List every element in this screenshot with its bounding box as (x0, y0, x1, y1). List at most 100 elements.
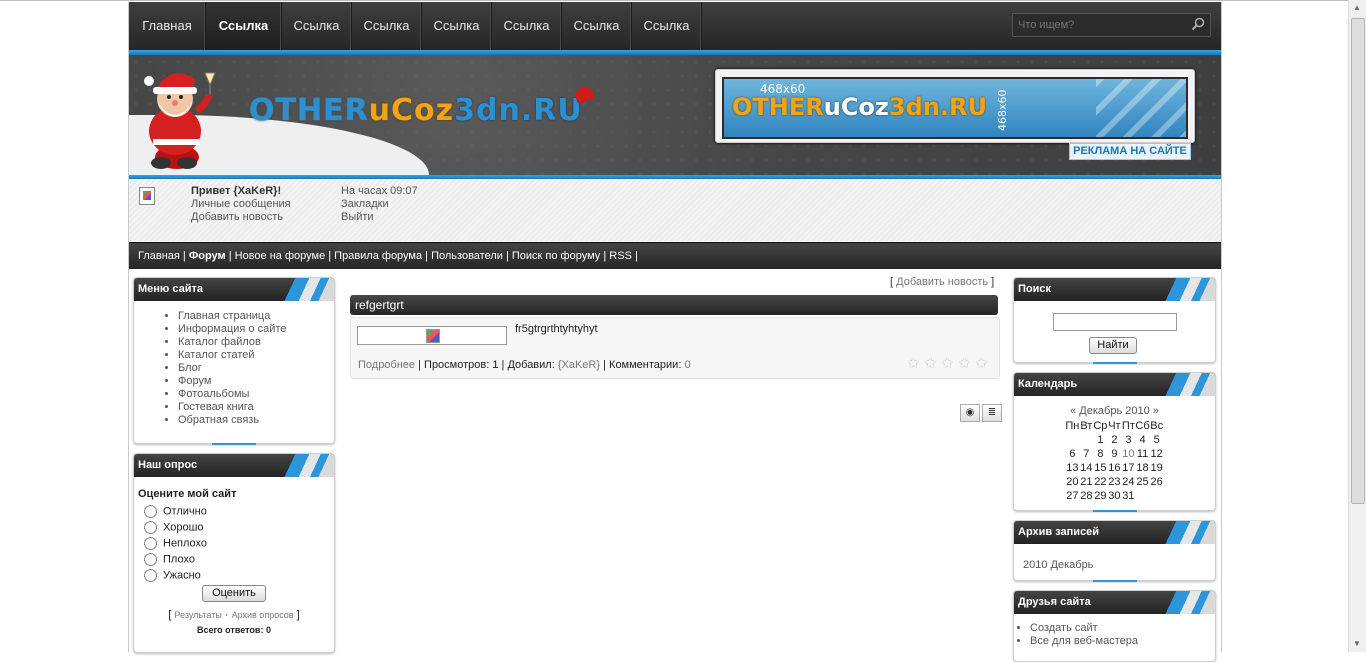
forum-link-forum[interactable]: Форум (189, 250, 226, 262)
radio-button[interactable] (144, 569, 157, 582)
search-title: Поиск (1018, 283, 1052, 295)
friend-link[interactable]: Все для веб-мастера (1030, 635, 1215, 648)
vote-button[interactable]: Оценить (202, 585, 266, 602)
poll-archive-link[interactable]: Архив опросов (232, 610, 294, 620)
user-avatar (139, 187, 155, 205)
menu-item-about[interactable]: Информация о сайте (178, 323, 334, 336)
calendar-day: 14 (1080, 462, 1093, 474)
vertical-scrollbar[interactable]: ▲ ▼ (1348, 0, 1366, 652)
menu-item-guestbook[interactable]: Гостевая книга (178, 401, 334, 414)
radio-button[interactable] (144, 505, 157, 518)
search-icon[interactable] (1190, 16, 1206, 32)
nav-link[interactable]: Ссылка (422, 2, 492, 50)
forum-link-rules[interactable]: Правила форума (334, 250, 422, 262)
scroll-up-icon[interactable]: ▲ (1352, 3, 1362, 13)
poll-links: [ Результаты · Архив опросов ] (168, 609, 300, 621)
poll-results-link[interactable]: Результаты (174, 610, 221, 620)
entry-title[interactable]: refgertgrt (355, 298, 404, 312)
poll-option[interactable]: Отлично (144, 505, 207, 518)
banner-logo-part-1: OTHER (732, 93, 824, 121)
radio-button[interactable] (144, 553, 157, 566)
menu-item-files[interactable]: Каталог файлов (178, 336, 334, 349)
poll-option[interactable]: Хорошо (144, 521, 204, 534)
menu-item-blog[interactable]: Блог (178, 362, 334, 375)
ad-banner-inner: 468x60 OTHERuCoz3dn.RU 468x60 (722, 77, 1188, 139)
list-view-icon[interactable]: ≣ (982, 404, 1002, 422)
nav-link[interactable]: Ссылка (282, 2, 352, 50)
nav-link-active[interactable]: Ссылка (206, 2, 282, 50)
poll-option[interactable]: Неплохо (144, 537, 207, 550)
nav-link[interactable]: Ссылка (352, 2, 422, 50)
calendar-day: 4 (1139, 434, 1146, 446)
nav-link[interactable]: Ссылка (492, 2, 562, 50)
star-icon[interactable]: ✩ (924, 356, 938, 371)
forum-link-search[interactable]: Поиск по форуму (512, 250, 600, 262)
menu-item-photos[interactable]: Фотоальбомы (178, 388, 334, 401)
menu-item-home[interactable]: Главная страница (178, 310, 334, 323)
forum-link-home[interactable]: Главная (138, 250, 180, 262)
advertise-link[interactable]: РЕКЛАМА НА САЙТЕ (1069, 143, 1191, 160)
calendar-day: 29 (1094, 490, 1107, 502)
poll-title: Наш опрос (138, 459, 198, 471)
top-search-input[interactable] (1016, 16, 1188, 34)
star-icon[interactable]: ✩ (958, 356, 972, 371)
poll-header: Наш опрос (134, 454, 334, 477)
ad-banner[interactable]: 468x60 OTHERuCoz3dn.RU 468x60 (715, 69, 1195, 143)
nav-link[interactable]: Ссылка (562, 2, 632, 50)
weekday: Вт (1080, 420, 1093, 432)
content-add-news-link[interactable]: Добавить новость (896, 276, 988, 288)
calendar-weekdays: Пн Вт Ср Чт Пт Сб Вс (1065, 419, 1163, 433)
poll-total-label: Всего ответов: (197, 625, 264, 635)
broken-image-icon (426, 329, 440, 343)
star-icon[interactable]: ✩ (975, 356, 989, 371)
nav-link[interactable]: Ссылка (632, 2, 702, 50)
forum-link-new[interactable]: Новое на форуме (235, 250, 326, 262)
header-stripe-deco (274, 278, 334, 301)
clock-text: На часах 09:07 (341, 185, 418, 197)
calendar-block: Календарь « Декабрь 2010 » Пн Вт Ср Чт П… (1013, 372, 1216, 512)
radio-button[interactable] (144, 521, 157, 534)
calendar-day: 25 (1136, 476, 1149, 488)
entry-comments-count[interactable]: 0 (684, 359, 690, 371)
friends-header: Друзья сайта (1014, 591, 1215, 614)
poll-option[interactable]: Ужасно (144, 569, 201, 582)
header-stripe-deco (1155, 591, 1215, 614)
site-logo[interactable]: OTHERuCoz3dn.RU (249, 84, 595, 128)
scroll-down-icon[interactable]: ▼ (1352, 639, 1362, 649)
poll-total-value: 0 (265, 625, 271, 635)
eye-icon[interactable]: ◉ (960, 404, 980, 422)
bookmarks-link[interactable]: Закладки (341, 198, 418, 211)
calendar-next[interactable]: » (1153, 405, 1159, 417)
calendar-day: 7 (1083, 448, 1090, 460)
search-input[interactable] (1053, 313, 1177, 331)
calendar-day (1079, 433, 1093, 447)
radio-button[interactable] (144, 537, 157, 550)
poll-option[interactable]: Плохо (144, 553, 195, 566)
star-icon[interactable]: ✩ (941, 356, 955, 371)
star-icon[interactable]: ✩ (907, 356, 921, 371)
archive-item[interactable]: 2010 Декабрь (1023, 559, 1093, 571)
calendar-day: 15 (1094, 462, 1107, 474)
forum-link-users[interactable]: Пользователи (431, 250, 503, 262)
search-header: Поиск (1014, 278, 1215, 301)
logout-link[interactable]: Выйти (341, 211, 418, 224)
forum-link-rss[interactable]: RSS (609, 250, 632, 262)
private-messages-link[interactable]: Личные сообщения (191, 198, 291, 211)
calendar-prev[interactable]: « (1070, 405, 1076, 417)
menu-item-feedback[interactable]: Обратная связь (178, 414, 334, 427)
entry-author-link[interactable]: {XaKeR} (558, 359, 600, 371)
friend-link[interactable]: Создать сайт (1030, 622, 1215, 635)
read-more-link[interactable]: Подробнее (358, 359, 415, 371)
entry-body: fr5gtrgrthtyhtyhyt Подробнее | Просмотро… (350, 317, 1000, 379)
archive-header: Архив записей (1014, 521, 1215, 544)
menu-item-articles[interactable]: Каталог статей (178, 349, 334, 362)
site-menu-block: Меню сайта Главная страница Информация о… (133, 277, 335, 445)
nav-home[interactable]: Главная (129, 2, 206, 50)
search-button[interactable]: Найти (1089, 337, 1137, 354)
scroll-thumb[interactable] (1351, 18, 1365, 504)
add-news-link[interactable]: Добавить новость (191, 211, 291, 224)
header-stripe-deco (1155, 278, 1215, 301)
calendar-day: 5 (1153, 434, 1160, 446)
poll-option-label: Хорошо (163, 521, 204, 534)
menu-item-forum[interactable]: Форум (178, 375, 334, 388)
